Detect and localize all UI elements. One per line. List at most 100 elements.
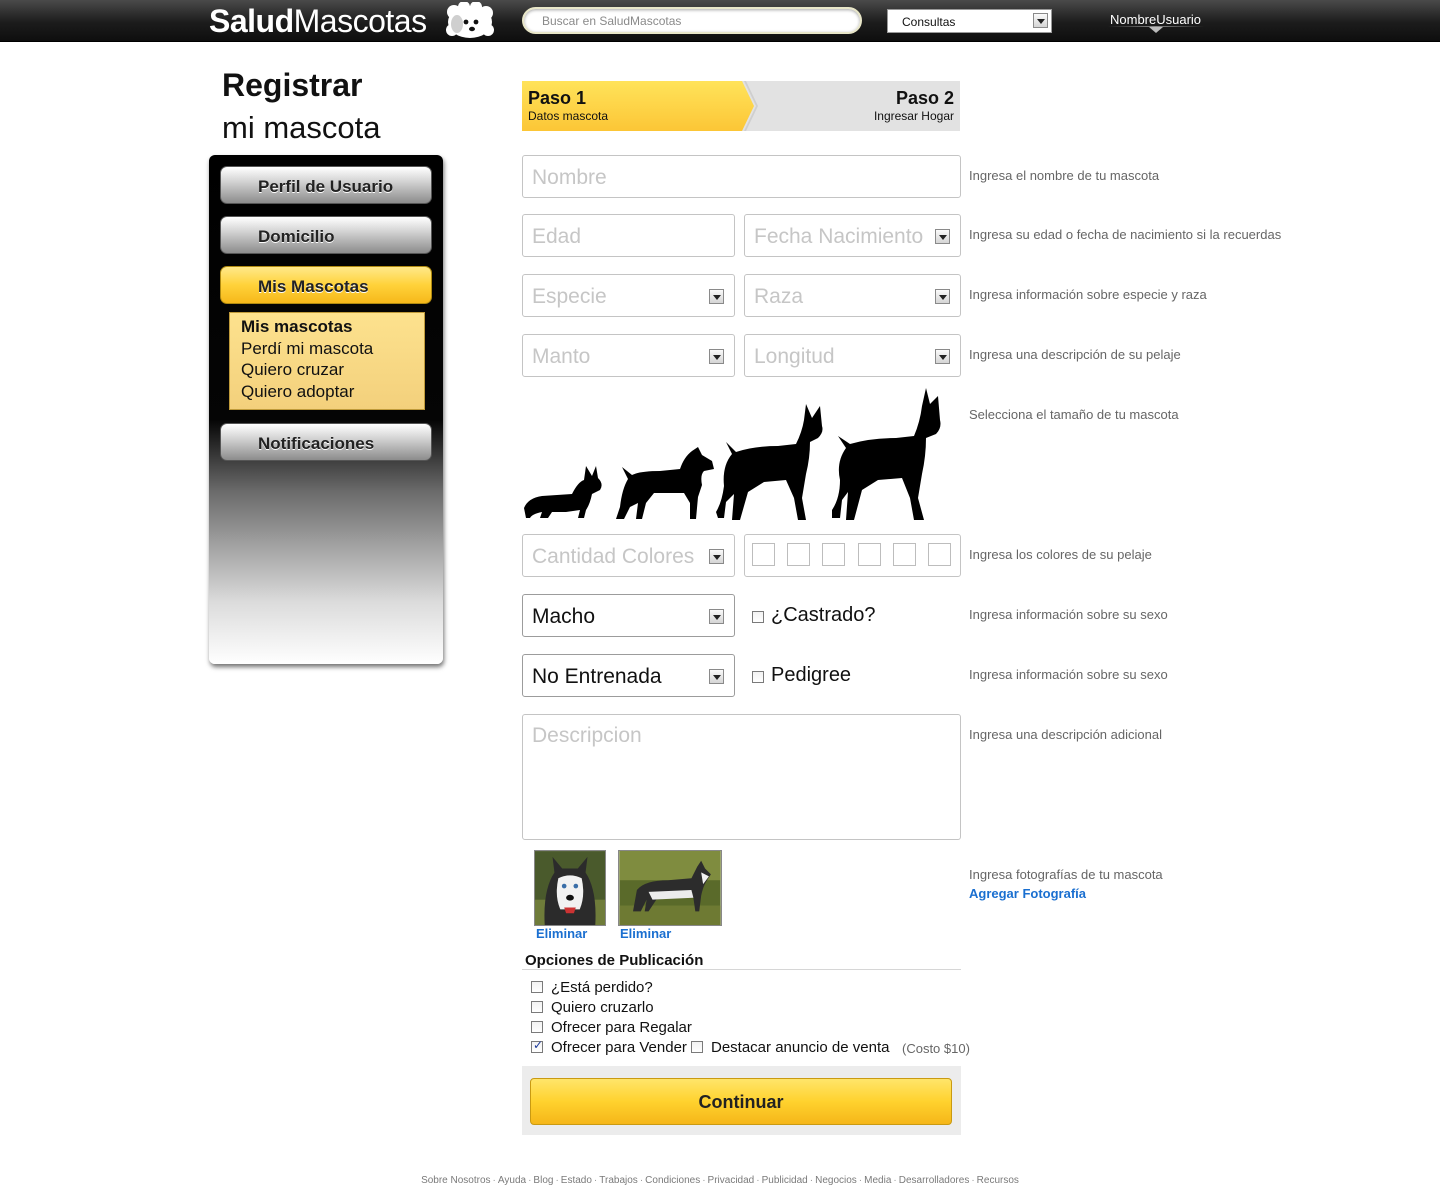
- continuar-button[interactable]: Continuar: [530, 1078, 952, 1125]
- search-box[interactable]: [522, 7, 862, 34]
- sidebar-item-domicilio[interactable]: Domicilio: [220, 216, 432, 254]
- manto-select[interactable]: Manto: [522, 334, 735, 377]
- footer-separator: ·: [492, 1175, 496, 1186]
- step-2: Paso 2 Ingresar Hogar: [874, 88, 954, 123]
- dog-size-large-icon[interactable]: [714, 402, 826, 522]
- eliminar-photo-2-link[interactable]: Eliminar: [620, 926, 671, 941]
- footer-link[interactable]: Privacidad: [708, 1175, 755, 1186]
- footer-link[interactable]: Negocios: [815, 1175, 857, 1186]
- page-title-line1: Registrar: [222, 67, 363, 103]
- agregar-fotografia-link[interactable]: Agregar Fotografía: [969, 886, 1086, 901]
- footer-link[interactable]: Sobre Nosotros: [421, 1175, 490, 1186]
- footer-link[interactable]: Media: [864, 1175, 891, 1186]
- chevron-down-icon[interactable]: [935, 289, 950, 304]
- logo-bold-text: Salud: [209, 2, 294, 39]
- especie-placeholder: Especie: [532, 285, 607, 308]
- hint-tamano: Selecciona el tamaño de tu mascota: [969, 407, 1179, 422]
- raza-select[interactable]: Raza: [744, 274, 961, 317]
- color-swatch-1[interactable]: [752, 543, 775, 566]
- footer-separator: ·: [756, 1175, 760, 1186]
- eliminar-photo-1-link[interactable]: Eliminar: [536, 926, 587, 941]
- sidebar-item-notificaciones[interactable]: Notificaciones: [220, 423, 432, 461]
- chevron-down-icon[interactable]: [935, 349, 950, 364]
- quiero-cruzarlo-label: Quiero cruzarlo: [551, 999, 654, 1016]
- search-input[interactable]: [524, 9, 860, 32]
- consultas-select[interactable]: Consultas: [887, 9, 1052, 33]
- submenu-item-quiero-cruzar[interactable]: Quiero cruzar: [241, 359, 424, 381]
- destacar-cost: (Costo $10): [902, 1041, 970, 1056]
- footer-link[interactable]: Trabajos: [599, 1175, 638, 1186]
- nombre-input[interactable]: Nombre: [522, 155, 961, 198]
- ofrecer-regalar-checkbox[interactable]: [531, 1021, 543, 1033]
- hint-edad: Ingresa su edad o fecha de nacimiento si…: [969, 227, 1282, 242]
- sexo-value: Macho: [532, 605, 596, 628]
- footer-separator: ·: [702, 1175, 706, 1186]
- chevron-down-icon[interactable]: [709, 549, 724, 564]
- edad-input[interactable]: Edad: [522, 214, 735, 257]
- especie-select[interactable]: Especie: [522, 274, 735, 317]
- footer-links: Sobre Nosotros · Ayuda · Blog · Estado · Trabajo…: [0, 1175, 1440, 1186]
- cantidad-colores-select[interactable]: Cantidad Colores: [522, 534, 735, 577]
- footer-link[interactable]: Publicidad: [762, 1175, 808, 1186]
- color-swatch-2[interactable]: [787, 543, 810, 566]
- site-logo[interactable]: Salud Mascotas: [209, 3, 427, 39]
- footer-separator: ·: [971, 1175, 975, 1186]
- chevron-down-icon[interactable]: [935, 229, 950, 244]
- footer-link[interactable]: Desarrolladores: [899, 1175, 970, 1186]
- footer-separator: ·: [858, 1175, 863, 1186]
- sexo-select[interactable]: Macho: [522, 594, 735, 637]
- step-2-subtitle: Ingresar Hogar: [873, 109, 954, 123]
- footer-link[interactable]: Ayuda: [498, 1175, 526, 1186]
- footer-link[interactable]: Estado: [561, 1175, 592, 1186]
- username-menu[interactable]: NombreUsuario: [1110, 12, 1201, 27]
- hint-especie: Ingresa información sobre especie y raza: [969, 287, 1207, 302]
- footer-separator: ·: [593, 1175, 598, 1186]
- footer-link[interactable]: Condiciones: [645, 1175, 700, 1186]
- pedigree-label: Pedigree: [771, 664, 852, 686]
- chevron-down-icon[interactable]: [709, 609, 724, 624]
- dog-size-giant-icon[interactable]: [826, 386, 946, 522]
- pedigree-checkbox[interactable]: [752, 671, 764, 683]
- descripcion-textarea[interactable]: Descripcion: [522, 714, 961, 840]
- entrenamiento-select[interactable]: No Entrenada: [522, 654, 735, 697]
- caret-down-icon[interactable]: [1149, 27, 1163, 33]
- longitud-select[interactable]: Longitud: [744, 334, 961, 377]
- step-1: Paso 1 Datos mascota: [522, 81, 754, 131]
- color-swatch-3[interactable]: [822, 543, 845, 566]
- castrado-checkbox[interactable]: [752, 611, 764, 623]
- submenu-item-mis-mascotas[interactable]: Mis mascotas: [241, 316, 424, 338]
- footer-link[interactable]: Blog: [533, 1175, 553, 1186]
- chevron-down-icon[interactable]: [709, 349, 724, 364]
- logo-light-text: Mascotas: [293, 2, 427, 39]
- footer-link[interactable]: Recursos: [977, 1175, 1019, 1186]
- ofrecer-vender-label: Ofrecer para Vender: [551, 1039, 687, 1056]
- fecha-nacimiento-select[interactable]: Fecha Nacimiento: [744, 214, 961, 257]
- chevron-down-icon[interactable]: [1033, 13, 1048, 28]
- quiero-cruzarlo-checkbox[interactable]: [531, 1001, 543, 1013]
- step-2-title: Paso 2: [895, 88, 954, 108]
- esta-perdido-checkbox[interactable]: [531, 981, 543, 993]
- chevron-down-icon[interactable]: [709, 669, 724, 684]
- footer-separator: ·: [555, 1175, 559, 1186]
- hint-nombre: Ingresa el nombre de tu mascota: [969, 168, 1160, 183]
- dog-size-small-icon[interactable]: [522, 460, 604, 522]
- pet-photo-2: [618, 850, 722, 926]
- footer-separator: ·: [893, 1175, 897, 1186]
- ofrecer-vender-checkbox[interactable]: [531, 1038, 543, 1053]
- sidebar-item-perfil[interactable]: Perfil de Usuario: [220, 166, 432, 204]
- castrado-label: ¿Castrado?: [771, 604, 876, 626]
- sidebar-item-mis-mascotas[interactable]: Mis Mascotas: [220, 266, 432, 304]
- submenu-item-quiero-adoptar[interactable]: Quiero adoptar: [241, 381, 424, 403]
- chevron-down-icon[interactable]: [709, 289, 724, 304]
- hint-pelaje: Ingresa una descripción de su pelaje: [969, 347, 1181, 362]
- longitud-placeholder: Longitud: [754, 345, 835, 368]
- submenu-item-perdi-mascota[interactable]: Perdí mi mascota: [241, 338, 424, 360]
- sidebar-submenu: Mis mascotas Perdí mi mascota Quiero cru…: [229, 312, 425, 410]
- hint-colores: Ingresa los colores de su pelaje: [969, 547, 1152, 562]
- top-bar: SaludMascotas Consultas NombreUsuario: [0, 0, 1440, 42]
- color-swatch-5[interactable]: [893, 543, 916, 566]
- dog-size-medium-icon[interactable]: [612, 445, 716, 523]
- destacar-anuncio-checkbox[interactable]: [691, 1041, 703, 1053]
- color-swatch-4[interactable]: [858, 543, 881, 566]
- color-swatch-6[interactable]: [928, 543, 951, 566]
